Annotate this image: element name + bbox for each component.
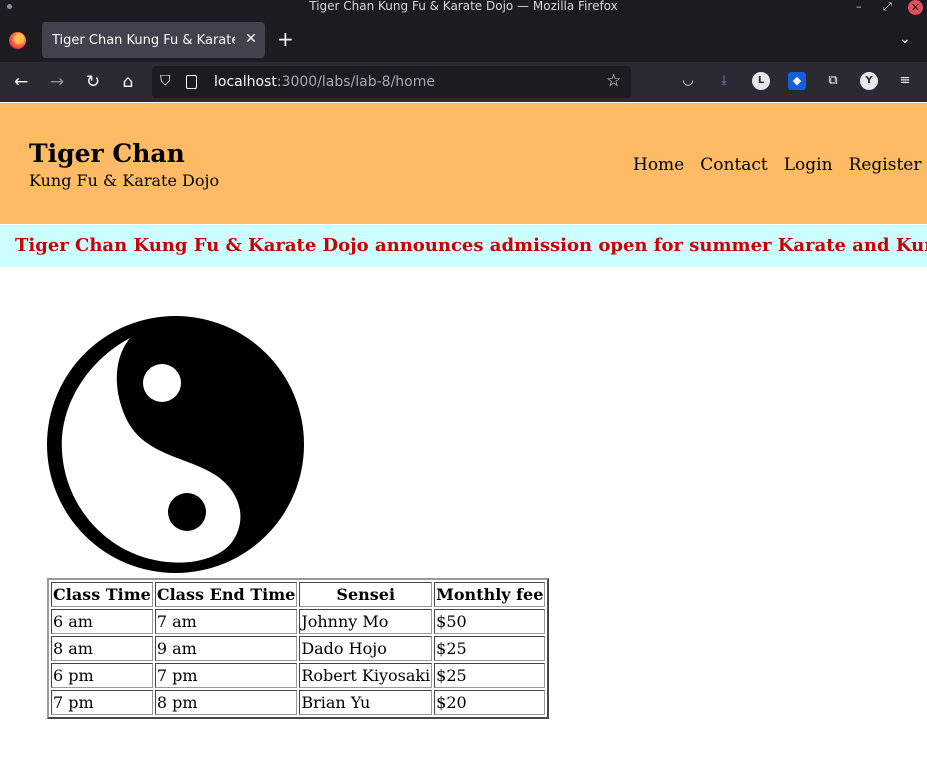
close-tab-icon[interactable]: ✕ [242,30,260,48]
cell-class-end-time: 7 am [154,609,298,634]
nav-home-link[interactable]: Home [633,154,684,176]
nav-contact-link[interactable]: Contact [700,154,768,176]
url-bar[interactable]: ⛉ localhost:3000/labs/lab-8/home ☆ [152,66,631,98]
cell-sensei: Johnny Mo [299,609,433,634]
shield-icon[interactable]: ⛉ [160,73,171,89]
cell-monthly-fee: $20 [434,690,546,715]
brand-name: Tiger Chan [29,139,185,168]
maximize-icon[interactable]: ⤢ [883,0,892,13]
site-header: Tiger Chan Kung Fu & Karate Dojo Home Co… [0,103,927,224]
nav-register-link[interactable]: Register [849,154,922,176]
pocket-icon[interactable]: ◡ [679,72,697,90]
cell-class-end-time: 8 pm [154,690,298,715]
minimize-icon[interactable]: – [856,0,862,13]
cell-monthly-fee: $25 [434,663,546,688]
cell-class-time: 6 am [51,609,153,634]
cell-class-time: 7 pm [51,690,153,715]
back-icon[interactable]: ← [10,71,32,93]
cell-monthly-fee: $25 [434,636,546,661]
new-tab-icon[interactable]: + [277,29,294,49]
page-info-icon[interactable] [186,75,197,89]
cell-class-end-time: 7 pm [154,663,298,688]
tab-bar: Tiger Chan Kung Fu & Karate Dojo ✕ + ⌄ [0,18,927,62]
cell-sensei: Brian Yu [299,690,433,715]
table-row: 6 am 7 am Johnny Mo $50 [51,609,546,634]
forward-icon[interactable]: → [46,71,68,93]
cell-class-time: 8 am [51,636,153,661]
extensions-puzzle-icon[interactable]: ⧉ [824,72,842,90]
table-row: 6 pm 7 pm Robert Kiyosaki $25 [51,663,546,688]
home-icon[interactable]: ⌂ [117,71,139,93]
window-title: Tiger Chan Kung Fu & Karate Dojo — Mozil… [309,0,618,13]
cell-class-time: 6 pm [51,663,153,688]
header-class-end-time: Class End Time [154,582,298,607]
extension-l-icon[interactable]: L [752,72,770,90]
cell-class-end-time: 9 am [154,636,298,661]
navigation-toolbar: ← → ↻ ⌂ ⛉ localhost:3000/labs/lab-8/home… [0,62,927,102]
table-header-row: Class Time Class End Time Sensei Monthly… [51,582,546,607]
bookmark-star-icon[interactable]: ☆ [606,71,621,91]
hamburger-menu-icon[interactable]: ≡ [896,72,914,90]
class-schedule-table: Class Time Class End Time Sensei Monthly… [47,578,550,719]
table-row: 8 am 9 am Dado Hojo $25 [51,636,546,661]
window-titlebar: Tiger Chan Kung Fu & Karate Dojo — Mozil… [0,0,927,18]
table-row: 7 pm 8 pm Brian Yu $20 [51,690,546,715]
nav-login-link[interactable]: Login [784,154,833,176]
reload-icon[interactable]: ↻ [82,71,104,93]
bitwarden-icon[interactable]: ◆ [788,72,806,90]
account-avatar-icon[interactable]: Y [860,72,878,90]
cell-sensei: Dado Hojo [299,636,433,661]
announcement-marquee: Tiger Chan Kung Fu & Karate Dojo announc… [0,225,927,267]
yin-yang-image [47,316,304,573]
brand-tagline: Kung Fu & Karate Dojo [29,171,220,190]
header-sensei: Sensei [299,582,433,607]
header-class-time: Class Time [51,582,153,607]
cell-monthly-fee: $50 [434,609,546,634]
tab-active[interactable]: Tiger Chan Kung Fu & Karate Dojo ✕ [42,22,265,58]
firefox-logo-icon[interactable] [9,32,26,49]
close-window-icon[interactable]: ✕ [908,0,923,15]
header-monthly-fee: Monthly fee [434,582,546,607]
main-nav: Home Contact Login Register [633,154,922,176]
cell-sensei: Robert Kiyosaki [299,663,433,688]
announcement-text: Tiger Chan Kung Fu & Karate Dojo announc… [15,235,927,256]
download-icon[interactable]: ⤓ [715,72,733,90]
url-text[interactable]: localhost:3000/labs/lab-8/home [214,73,435,91]
tab-title: Tiger Chan Kung Fu & Karate Dojo [52,33,235,48]
chevron-down-icon[interactable]: ⌄ [899,31,911,47]
